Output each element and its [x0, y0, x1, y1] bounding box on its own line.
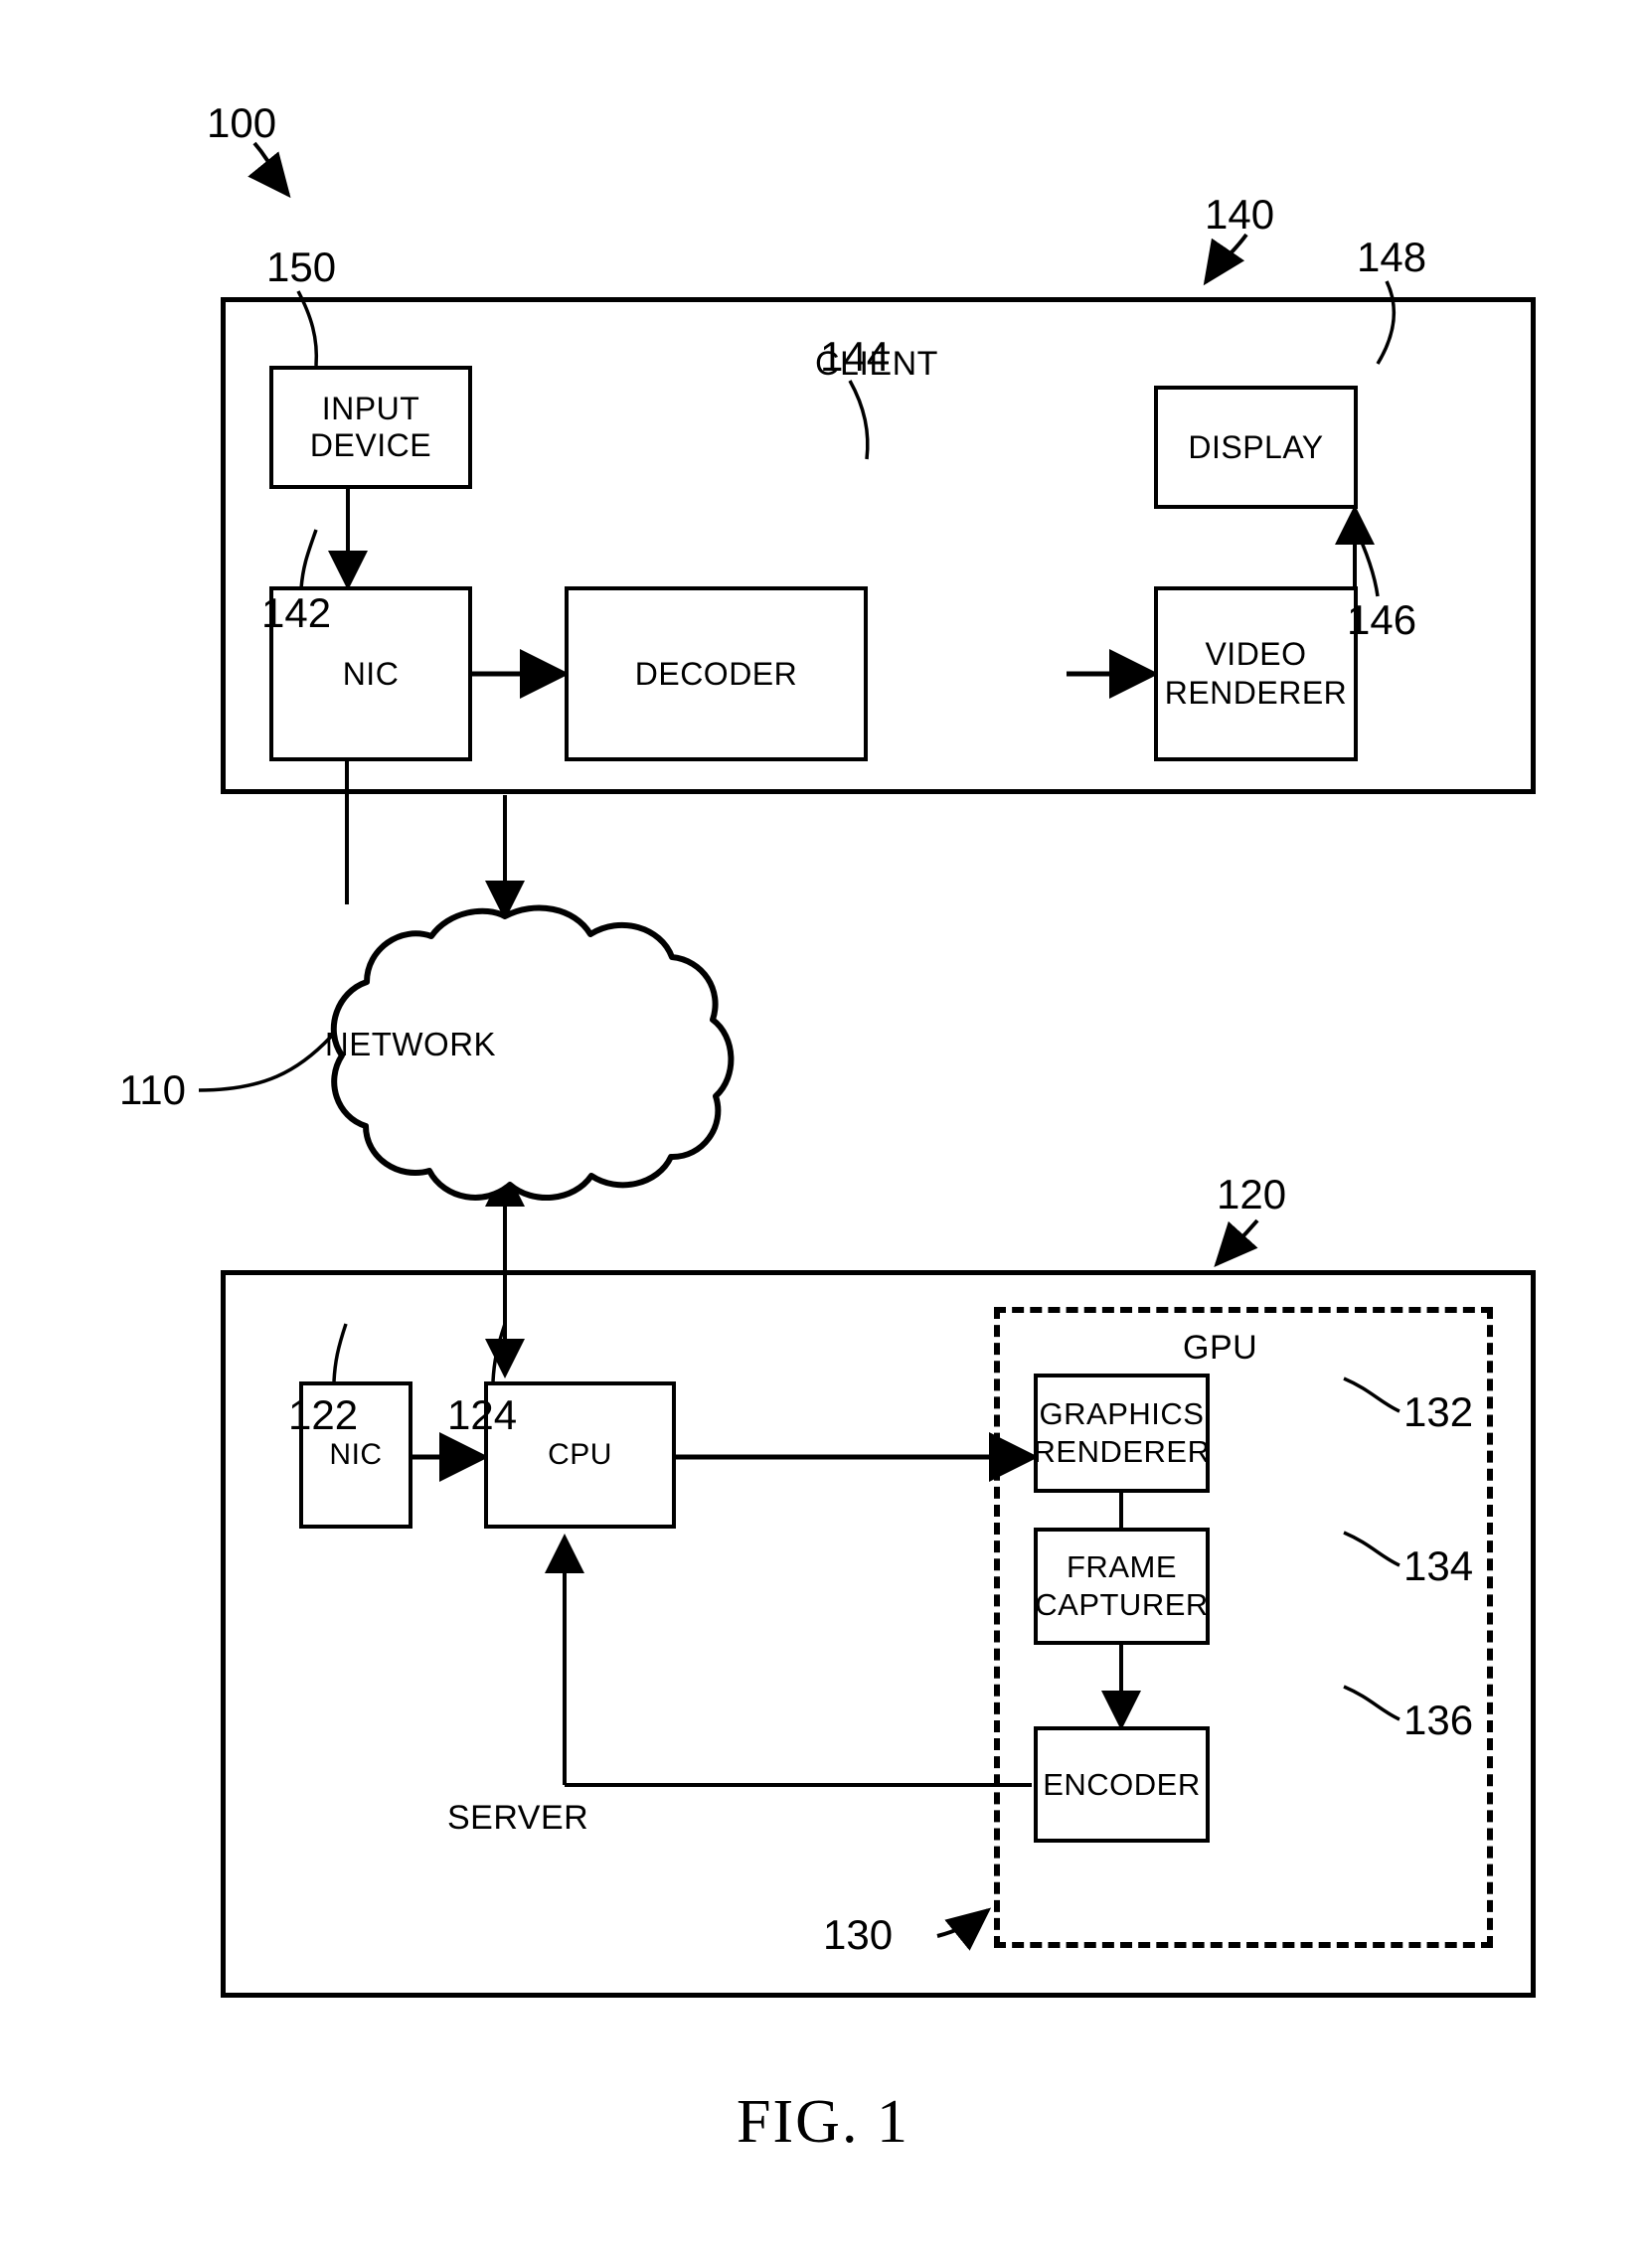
- frame-capturer-line1: FRAME: [1067, 1549, 1177, 1585]
- server-title: SERVER: [447, 1799, 589, 1837]
- graphics-renderer-line1: GRAPHICS: [1039, 1396, 1205, 1432]
- ref-124: 124: [447, 1391, 518, 1438]
- gpu-title: GPU: [1183, 1329, 1258, 1367]
- graphics-renderer-line2: RENDERER: [1033, 1434, 1211, 1469]
- ref-140: 140: [1205, 191, 1275, 238]
- ref-134: 134: [1403, 1542, 1474, 1589]
- video-renderer-line2: RENDERER: [1164, 675, 1348, 711]
- client-video-renderer-block: VIDEO RENDERER: [1154, 586, 1358, 761]
- patent-figure-page: CLIENT INPUT DEVICE NIC DECODER VIDEO RE…: [0, 0, 1647, 2268]
- video-renderer-line1: VIDEO: [1205, 635, 1307, 672]
- lead-arrow-140: [1203, 233, 1248, 286]
- ref-110: 110: [119, 1066, 186, 1113]
- ref-150: 150: [266, 243, 337, 290]
- client-input-device-block: INPUT DEVICE: [269, 366, 472, 489]
- gpu-encoder-block: ENCODER: [1034, 1726, 1210, 1843]
- ref-122: 122: [288, 1391, 359, 1438]
- gpu-frame-capturer-block: FRAME CAPTURER: [1034, 1528, 1210, 1645]
- network-label: NETWORK: [324, 1026, 497, 1062]
- client-decoder-block: DECODER: [565, 586, 868, 761]
- ref-132: 132: [1403, 1388, 1474, 1435]
- ref-148: 148: [1357, 234, 1427, 280]
- ref-130: 130: [823, 1911, 894, 1958]
- ref-142: 142: [261, 589, 332, 636]
- ref-136: 136: [1403, 1697, 1474, 1743]
- ref-100: 100: [207, 99, 277, 146]
- frame-capturer-line2: CAPTURER: [1035, 1587, 1209, 1622]
- figure-caption: FIG. 1: [737, 2088, 909, 2156]
- lead-arrow-100: [247, 141, 291, 199]
- client-display-block: DISPLAY: [1154, 386, 1358, 509]
- lead-line-110: [198, 1035, 333, 1092]
- lead-arrow-120: [1214, 1218, 1259, 1267]
- ref-146: 146: [1347, 596, 1417, 643]
- ref-120: 120: [1217, 1171, 1287, 1217]
- ref-144: 144: [820, 333, 891, 380]
- gpu-graphics-renderer-block: GRAPHICS RENDERER: [1034, 1374, 1210, 1493]
